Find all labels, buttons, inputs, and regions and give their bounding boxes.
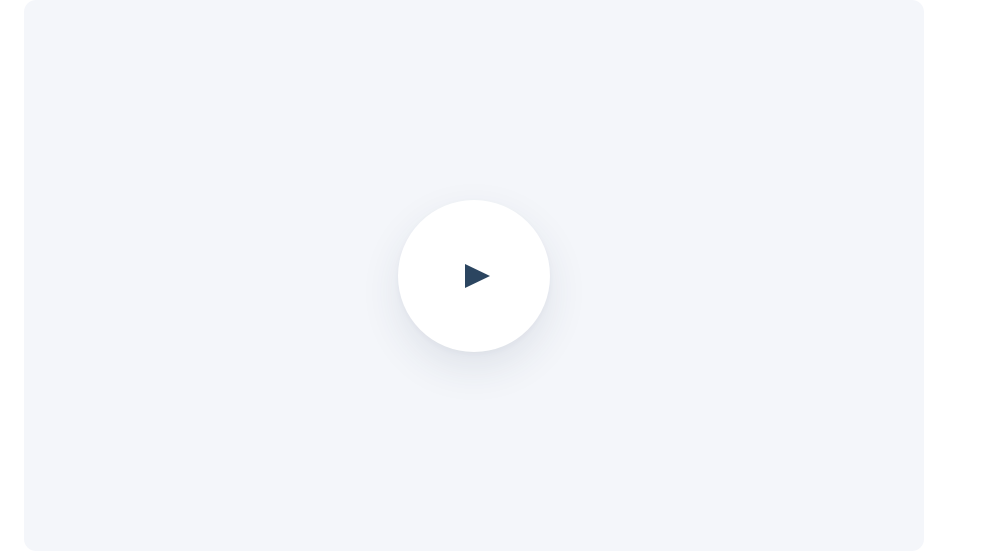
video-player[interactable] — [24, 0, 924, 551]
play-icon — [463, 262, 491, 290]
page — [0, 0, 981, 551]
play-button[interactable] — [398, 200, 550, 352]
